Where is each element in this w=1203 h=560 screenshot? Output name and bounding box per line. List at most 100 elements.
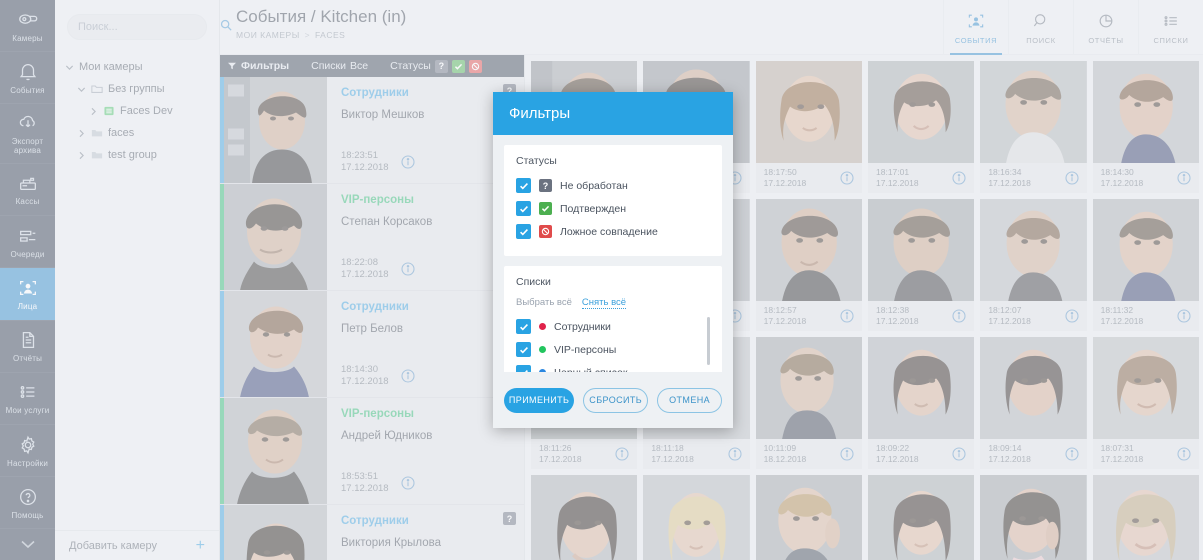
sidebar-item-help[interactable]: Помощь <box>0 477 55 530</box>
tree-node-faces[interactable]: faces <box>55 122 219 144</box>
grid-cell[interactable] <box>643 475 750 560</box>
info-icon[interactable] <box>1065 309 1079 323</box>
info-icon[interactable] <box>400 369 415 383</box>
grid-face-photo[interactable] <box>755 337 862 439</box>
grid-face-photo[interactable] <box>980 61 1087 163</box>
info-icon[interactable] <box>952 171 966 185</box>
grid-face-photo[interactable] <box>755 199 862 301</box>
grid-face-photo[interactable] <box>1092 475 1199 560</box>
grid-face-photo[interactable] <box>980 475 1087 560</box>
add-camera-button[interactable]: Добавить камеру + <box>55 530 219 560</box>
info-icon[interactable] <box>615 447 629 461</box>
grid-face-photo[interactable] <box>755 61 862 163</box>
breadcrumb-item-current[interactable]: FACES <box>315 30 345 40</box>
grid-cell[interactable] <box>531 475 638 560</box>
info-icon[interactable] <box>1177 447 1191 461</box>
filters-button[interactable]: Фильтры <box>228 60 289 72</box>
event-card[interactable]: VIP-персоны Андрей Юдников 18:53:51 17.1… <box>220 398 524 505</box>
info-icon[interactable] <box>840 447 854 461</box>
event-card[interactable]: VIP-персоны Степан Корсаков 18:22:08 17.… <box>220 184 524 291</box>
grid-cell[interactable]: 18:07:31 17.12.2018 <box>1092 337 1199 469</box>
list-row-vip[interactable]: VIP-персоны <box>516 340 702 359</box>
grid-cell[interactable]: 10:11:09 18.12.2018 <box>755 337 862 469</box>
grid-cell[interactable]: 18:12:07 17.12.2018 <box>980 199 1087 331</box>
grid-face-photo[interactable] <box>755 475 862 560</box>
false-match-badge[interactable] <box>468 59 482 73</box>
cancel-button[interactable]: ОТМЕНА <box>657 387 723 413</box>
statuses-filter[interactable]: Статусы ? <box>390 59 482 73</box>
info-icon[interactable] <box>1065 171 1079 185</box>
sidebar-item-my-services[interactable]: Мои услуги <box>0 373 55 425</box>
tree-node-faces-dev[interactable]: Faces Dev <box>55 100 219 122</box>
grid-face-photo[interactable] <box>1092 61 1199 163</box>
info-icon[interactable] <box>840 309 854 323</box>
lists-filter[interactable]: Списки Все <box>311 60 368 72</box>
tab-lists[interactable]: СПИСКИ <box>1138 0 1203 55</box>
info-icon[interactable] <box>840 171 854 185</box>
event-card[interactable]: Сотрудники Виктор Мешков 18:23:51 17.12.… <box>220 77 524 184</box>
checkbox-employees[interactable] <box>516 319 531 334</box>
apply-button[interactable]: ПРИМЕНИТЬ <box>504 387 575 413</box>
info-icon[interactable] <box>952 447 966 461</box>
sidebar-item-settings[interactable]: Настройки <box>0 425 55 478</box>
clear-all-link[interactable]: Снять всё <box>581 297 627 309</box>
grid-face-photo[interactable] <box>1092 199 1199 301</box>
list-row-employees[interactable]: Сотрудники <box>516 317 702 336</box>
tree-node-my-cameras[interactable]: Мои камеры <box>55 56 219 78</box>
grid-face-photo[interactable] <box>980 199 1087 301</box>
checkbox-unprocessed[interactable] <box>516 178 531 193</box>
select-all-link[interactable]: Выбрать всё <box>516 297 572 309</box>
sidebar-item-events[interactable]: События <box>0 52 55 105</box>
event-face-photo[interactable] <box>224 291 327 397</box>
status-row-false-match[interactable]: Ложное совпадение <box>516 222 710 241</box>
grid-cell[interactable]: 18:17:01 17.12.2018 <box>868 61 975 193</box>
grid-face-photo[interactable] <box>1092 337 1199 439</box>
checkbox-false-match[interactable] <box>516 224 531 239</box>
grid-cell[interactable] <box>1092 475 1199 560</box>
checkbox-confirmed[interactable] <box>516 201 531 216</box>
info-icon[interactable] <box>400 155 415 169</box>
grid-cell[interactable] <box>868 475 975 560</box>
status-row-confirmed[interactable]: Подтвержден <box>516 199 710 218</box>
event-face-photo[interactable] <box>224 505 327 560</box>
unprocessed-badge[interactable]: ? <box>434 59 448 73</box>
grid-cell[interactable]: 18:16:34 17.12.2018 <box>980 61 1087 193</box>
grid-face-photo[interactable] <box>643 475 750 560</box>
grid-face-photo[interactable] <box>531 475 638 560</box>
sidebar-item-faces[interactable]: Лица <box>0 268 55 321</box>
sidebar-item-cameras[interactable]: Камеры <box>0 0 55 53</box>
info-icon[interactable] <box>728 447 742 461</box>
breadcrumb-item-root[interactable]: МОИ КАМЕРЫ <box>236 30 300 40</box>
search-icon[interactable] <box>220 18 232 36</box>
grid-cell[interactable]: 18:09:22 17.12.2018 <box>868 337 975 469</box>
tree-node-no-group[interactable]: Без группы <box>55 78 219 100</box>
lists-scroll-area[interactable]: Сотрудники VIP-персоны Черный список <box>516 317 710 372</box>
reset-button[interactable]: СБРОСИТЬ <box>583 387 649 413</box>
grid-face-photo[interactable] <box>868 61 975 163</box>
grid-cell[interactable]: 18:11:32 17.12.2018 <box>1092 199 1199 331</box>
info-icon[interactable] <box>952 309 966 323</box>
grid-face-photo[interactable] <box>868 199 975 301</box>
status-row-unprocessed[interactable]: ? Не обработан <box>516 176 710 195</box>
tab-search[interactable]: ПОИСК <box>1008 0 1073 55</box>
info-icon[interactable] <box>1177 171 1191 185</box>
grid-cell[interactable]: 18:09:14 17.12.2018 <box>980 337 1087 469</box>
grid-face-photo[interactable] <box>868 475 975 560</box>
list-row-blacklist[interactable]: Черный список <box>516 363 702 372</box>
grid-cell[interactable]: 18:12:57 17.12.2018 <box>755 199 862 331</box>
event-face-photo[interactable] <box>224 77 327 183</box>
event-card[interactable]: Сотрудники Виктория Крылова ? <box>220 505 524 560</box>
sidebar-item-reports[interactable]: Отчёты <box>0 321 55 373</box>
sidebar-expand-more-button[interactable] <box>0 529 55 560</box>
sidebar-item-queues[interactable]: Очереди <box>0 216 55 269</box>
event-face-photo[interactable] <box>224 398 327 504</box>
event-face-photo[interactable] <box>224 184 327 290</box>
sidebar-item-archive-export[interactable]: Экспорт архива <box>0 104 55 164</box>
event-card[interactable]: Сотрудники Петр Белов 18:14:30 17.12.201… <box>220 291 524 398</box>
checkbox-blacklist[interactable] <box>516 365 531 372</box>
tree-node-test-group[interactable]: test group <box>55 144 219 166</box>
info-icon[interactable] <box>400 476 415 490</box>
grid-cell[interactable] <box>980 475 1087 560</box>
search-input[interactable] <box>78 21 220 33</box>
checkbox-vip[interactable] <box>516 342 531 357</box>
